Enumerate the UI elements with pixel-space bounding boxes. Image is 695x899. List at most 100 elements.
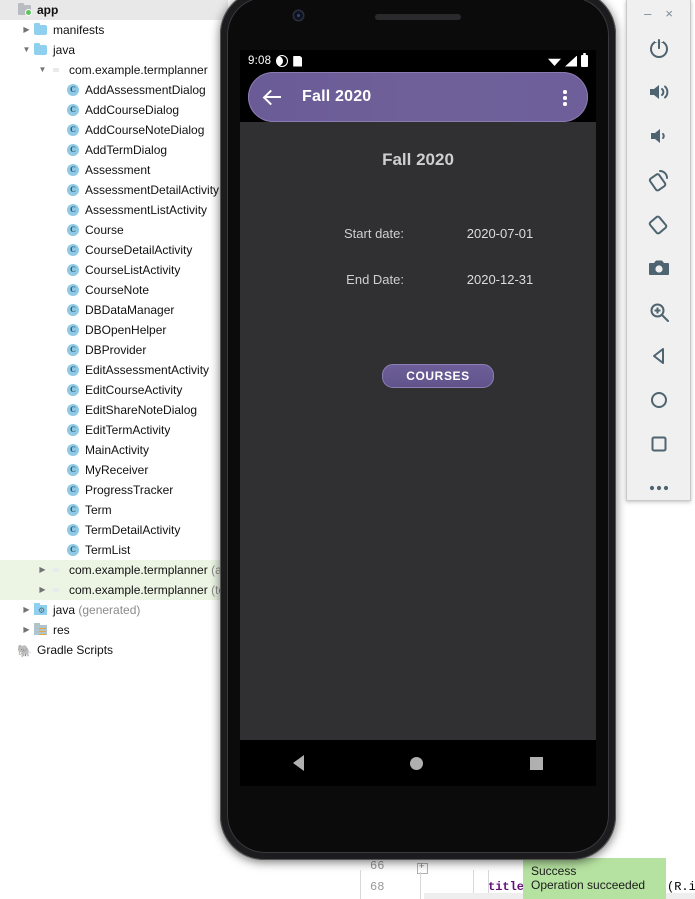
tree-row-com-example-termplanner[interactable]: ▶ com.example.termplanner (tes [0,580,231,600]
tree-row-assessmentlistactivity[interactable]: C AssessmentListActivity [0,200,228,220]
project-tree-panel[interactable]: app ▶ manifests ▼ java ▼ com.example.termplann… [0,0,231,899]
class-badge: C [67,224,79,236]
class-badge: C [67,404,79,416]
package-glyph [53,568,59,572]
tree-row-java[interactable]: ▼ java [0,40,228,60]
class-badge: C [67,444,79,456]
tree-row-addtermdialog[interactable]: C AddTermDialog [0,140,228,160]
tree-row-course[interactable]: C Course [0,220,228,240]
tree-row-editcourseactivity[interactable]: C EditCourseActivity [0,380,228,400]
class-icon: C [65,343,81,357]
tree-row-label: java (generated) [53,603,141,617]
class-icon: C [65,163,81,177]
overflow-menu-icon[interactable] [556,87,574,107]
chevron-right-icon[interactable]: ▶ [20,600,33,620]
emulator-toolbar[interactable]: – × [626,0,691,501]
tree-row-com-example-termplanner[interactable]: ▼ com.example.termplanner [0,60,228,80]
tree-row-res[interactable]: ▶ res [0,620,228,640]
android-navigation-bar[interactable] [240,740,596,786]
tree-row-label: Assessment [85,163,151,177]
tree-row-assessmentdetailactivity[interactable]: C AssessmentDetailActivity [0,180,228,200]
tree-row-coursedetailactivity[interactable]: C CourseDetailActivity [0,240,228,260]
tree-row-addassessmentdialog[interactable]: C AddAssessmentDialog [0,80,228,100]
zoom-icon[interactable] [627,290,690,334]
tree-row-edittermactivity[interactable]: C EditTermActivity [0,420,228,440]
class-icon: C [65,443,81,457]
minimize-icon[interactable]: – [644,7,651,20]
tree-row-manifests[interactable]: ▶ manifests [0,20,228,40]
class-icon: C [65,403,81,417]
tree-row-java[interactable]: ▶ ⚙ java (generated) [0,600,228,620]
chevron-right-icon[interactable]: ▶ [36,580,49,600]
tree-row-termdetailactivity[interactable]: C TermDetailActivity [0,520,228,540]
tree-row-coursenote[interactable]: C CourseNote [0,280,228,300]
tree-row-label: com.example.termplanner [69,63,208,77]
tree-row-editsharenotedialog[interactable]: C EditShareNoteDialog [0,400,228,420]
tree-row-dbprovider[interactable]: C DBProvider [0,340,228,360]
tree-row-addcoursenotedialog[interactable]: C AddCourseNoteDialog [0,120,228,140]
class-icon: C [65,383,81,397]
tree-row-dbopenhelper[interactable]: C DBOpenHelper [0,320,228,340]
rotate-right-icon[interactable] [627,202,690,246]
camera-icon[interactable] [627,246,690,290]
close-icon[interactable]: × [665,7,673,20]
android-emulator-window[interactable]: 9:08 Fall 2020 Start date: 2020-07-01 En… [220,0,616,860]
start-date-label: Start date: [344,226,404,241]
class-badge: C [67,164,79,176]
tree-row-com-example-termplanner[interactable]: ▶ com.example.termplanner (an [0,560,228,580]
home-icon[interactable] [627,378,690,422]
chevron-right-icon[interactable]: ▶ [36,560,49,580]
chevron-down-icon[interactable]: ▼ [36,60,49,80]
class-icon: C [65,83,81,97]
class-badge: C [67,264,79,276]
back-arrow-icon[interactable] [262,86,284,108]
res-lines-glyph [39,628,46,635]
chevron-down-icon[interactable]: ▼ [20,40,33,60]
rotate-left-icon[interactable] [627,158,690,202]
screen-root: lan eButton( tex ing t = titl ing d = de… [0,0,695,899]
tree-row-app[interactable]: app [0,0,228,20]
volume-down-icon[interactable] [627,114,690,158]
end-date-value: 2020-12-31 [466,272,534,287]
class-badge: C [67,184,79,196]
volume-up-icon[interactable] [627,70,690,114]
class-badge: C [67,464,79,476]
tree-row-termlist[interactable]: C TermList [0,540,228,560]
tree-row-label: EditTermActivity [85,423,171,437]
tree-row-label: Term [85,503,112,517]
tree-row-addcoursedialog[interactable]: C AddCourseDialog [0,100,228,120]
chevron-right-icon[interactable]: ▶ [20,20,33,40]
chevron-right-icon[interactable]: ▶ [20,620,33,640]
toast-message: Operation succeeded [531,878,646,892]
tree-row-progresstracker[interactable]: C ProgressTracker [0,480,228,500]
more-icon[interactable] [627,466,690,510]
back-icon[interactable] [627,334,690,378]
courses-button[interactable]: COURSES [382,364,494,388]
class-icon: C [65,463,81,477]
tree-row-editassessmentactivity[interactable]: C EditAssessmentActivity [0,360,228,380]
tree-row-mainactivity[interactable]: C MainActivity [0,440,228,460]
tree-row-label: DBProvider [85,343,147,357]
tree-row-label: AddCourseNoteDialog [85,123,205,137]
class-badge: C [67,304,79,316]
power-icon[interactable] [627,26,690,70]
tree-row-term[interactable]: C Term [0,500,228,520]
nav-recents-icon[interactable] [529,756,543,770]
status-bar-right [548,53,588,67]
tree-row-label: EditCourseActivity [85,383,183,397]
overview-icon[interactable] [627,422,690,466]
code-fold-toggle[interactable] [417,861,428,874]
end-date-row: End Date: 2020-12-31 [240,272,596,287]
nav-home-icon[interactable] [410,756,424,770]
tree-row-gradle-scripts[interactable]: 🐘 Gradle Scripts [0,640,228,660]
tree-row-dbdatamanager[interactable]: C DBDataManager [0,300,228,320]
class-badge: C [67,424,79,436]
android-status-bar: 9:08 [240,50,596,72]
tree-row-myreceiver[interactable]: C MyReceiver [0,460,228,480]
tree-row-courselistactivity[interactable]: C CourseListActivity [0,260,228,280]
nav-back-icon[interactable] [293,755,305,771]
tree-row-label: MyReceiver [85,463,149,477]
device-screen[interactable]: 9:08 Fall 2020 Start date: 2020-07-01 En… [240,50,596,740]
class-badge: C [67,124,79,136]
tree-row-assessment[interactable]: C Assessment [0,160,228,180]
